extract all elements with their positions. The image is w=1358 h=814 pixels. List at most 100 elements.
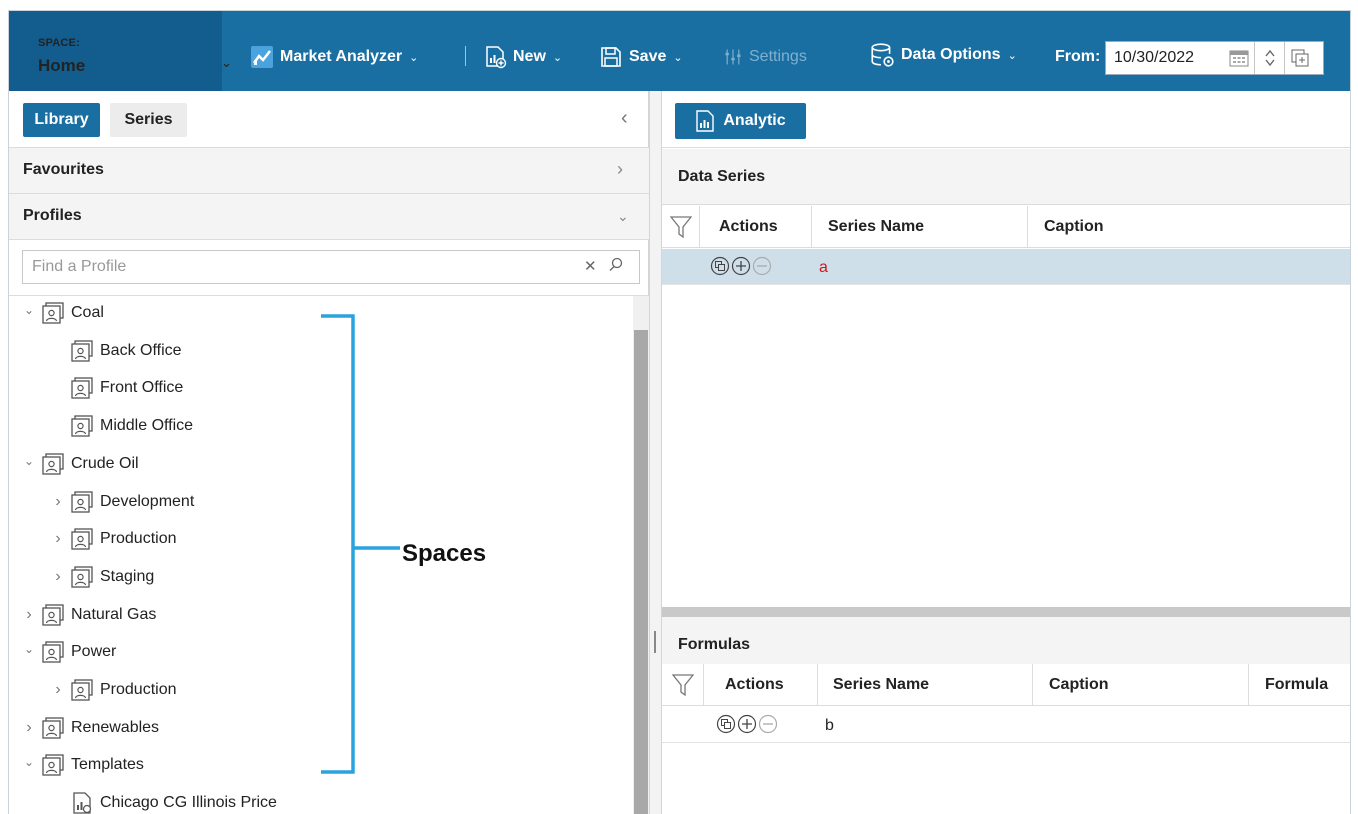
tree-item-label: Templates <box>71 756 144 774</box>
tree-scroll-thumb[interactable] <box>634 330 648 814</box>
save-label: Save <box>629 48 667 65</box>
copy-icon[interactable] <box>716 714 736 734</box>
profile-folder-icon <box>42 754 64 777</box>
vertical-splitter[interactable] <box>649 91 662 814</box>
tree-item[interactable]: Front Office <box>52 373 183 403</box>
library-tabs: Library Series ‹ <box>9 91 649 148</box>
tab-library[interactable]: Library <box>23 103 100 137</box>
chevron-right-icon[interactable]: › <box>23 606 35 624</box>
data-options-button[interactable]: Data Options ⌄ <box>869 43 1017 67</box>
tree-item-label: Renewables <box>71 718 160 736</box>
space-caption: SPACE: <box>38 37 80 49</box>
tree-item[interactable]: Chicago CG Illinois Price <box>52 788 277 814</box>
series-name-cell[interactable]: b <box>825 717 834 735</box>
tab-series[interactable]: Series <box>110 103 187 137</box>
spaces-annotation: Spaces <box>402 540 487 567</box>
space-value: Home <box>38 56 86 75</box>
series-name-cell[interactable]: a <box>819 259 828 277</box>
column-header-caption[interactable]: Caption <box>1028 206 1350 248</box>
filter-cell[interactable] <box>662 206 700 248</box>
tree-item-label: Front Office <box>100 379 184 397</box>
tree-item-label: Power <box>71 643 117 661</box>
tree-item[interactable]: › Production <box>52 675 177 705</box>
new-analytic-icon <box>486 46 507 69</box>
new-button[interactable]: New ⌄ <box>483 46 563 69</box>
analytic-chart-icon <box>696 110 715 132</box>
collapse-panel-icon[interactable]: ‹ <box>621 107 628 130</box>
chevron-down-icon[interactable]: ⌄ <box>23 755 35 769</box>
column-header-series-name[interactable]: Series Name <box>818 664 1033 706</box>
tree-item[interactable]: › Staging <box>52 562 154 592</box>
horizontal-splitter[interactable] <box>662 607 1350 617</box>
filter-icon[interactable] <box>669 215 692 239</box>
settings-button[interactable]: Settings <box>723 46 807 68</box>
tree-item[interactable]: › Natural Gas <box>23 600 156 630</box>
column-header-formula[interactable]: Formula <box>1249 664 1350 706</box>
splitter-grip[interactable] <box>654 631 656 653</box>
tree-item-label: Staging <box>100 567 155 585</box>
filter-icon[interactable] <box>671 673 694 697</box>
tree-item[interactable]: Back Office <box>52 336 182 366</box>
market-analyzer-button[interactable]: Market Analyzer ⌄ <box>250 46 418 68</box>
chevron-down-icon[interactable]: ⌄ <box>23 303 35 317</box>
tree-item[interactable]: › Renewables <box>23 713 159 743</box>
market-analyzer-icon <box>251 46 273 68</box>
favourites-section[interactable]: Favourites › <box>9 148 649 194</box>
column-header-caption[interactable]: Caption <box>1033 664 1249 706</box>
chevron-down-icon: ⌄ <box>552 51 563 64</box>
column-header-series-name[interactable]: Series Name <box>812 206 1028 248</box>
add-icon[interactable] <box>737 714 757 734</box>
table-row[interactable]: a <box>662 249 1350 285</box>
tree-item[interactable]: › Development <box>52 487 194 517</box>
profile-folder-icon <box>42 603 64 626</box>
profiles-section[interactable]: Profiles ⌄ <box>9 194 649 240</box>
row-actions <box>716 714 778 734</box>
tree-item[interactable]: ⌄ Power <box>23 637 116 667</box>
tree-item[interactable]: Middle Office <box>52 411 193 441</box>
formulas-grid-header: Actions Series Name Caption Formula <box>662 664 1350 706</box>
chevron-down-icon: ⌄ <box>617 208 629 224</box>
copy-icon[interactable] <box>710 256 730 276</box>
analytic-button[interactable]: Analytic <box>675 103 806 139</box>
search-input[interactable] <box>22 250 640 284</box>
table-row[interactable]: b <box>662 707 1350 743</box>
profile-folder-icon <box>42 453 64 475</box>
profile-folder-icon <box>71 528 93 550</box>
from-date-picker[interactable]: 10/30/2022 <box>1105 41 1324 75</box>
tree-item[interactable]: ⌄ Templates <box>23 750 144 780</box>
from-label: From: <box>1055 48 1101 65</box>
chevron-down-icon[interactable]: ⌄ <box>23 454 35 468</box>
toolbar-divider <box>465 46 466 66</box>
tree-item[interactable]: ⌄ Crude Oil <box>23 449 139 479</box>
settings-sliders-icon <box>725 49 741 65</box>
add-icon[interactable] <box>731 256 751 276</box>
favourites-title: Favourites <box>23 161 104 178</box>
row-actions <box>710 256 772 276</box>
filter-cell[interactable] <box>662 664 704 706</box>
search-icon[interactable] <box>608 256 624 272</box>
chevron-right-icon[interactable]: › <box>52 530 64 548</box>
spinner-icon[interactable] <box>1254 42 1284 74</box>
chevron-right-icon[interactable]: › <box>52 568 64 586</box>
column-header-actions[interactable]: Actions <box>704 664 818 706</box>
tree-item-label: Chicago CG Illinois Price <box>100 794 277 812</box>
chevron-down-icon[interactable]: ⌄ <box>23 642 35 656</box>
tree-item[interactable]: › Production <box>52 524 177 554</box>
space-selector[interactable]: SPACE: Home ⌄ <box>9 11 232 91</box>
expand-window-icon[interactable] <box>1284 42 1314 74</box>
profile-tree: ⌄ Coal Back Office Front Office Middle Offic… <box>9 296 629 814</box>
save-button[interactable]: Save ⌄ <box>599 46 683 68</box>
analytic-header: Analytic <box>662 91 1350 148</box>
column-header-actions[interactable]: Actions <box>700 206 812 248</box>
data-series-grid-header: Actions Series Name Caption <box>662 206 1350 248</box>
calendar-icon[interactable] <box>1224 42 1254 74</box>
chevron-right-icon[interactable]: › <box>52 493 64 511</box>
chevron-right-icon[interactable]: › <box>23 719 35 737</box>
from-date-value[interactable]: 10/30/2022 <box>1106 49 1224 67</box>
chevron-right-icon[interactable]: › <box>52 681 64 699</box>
tree-item[interactable]: ⌄ Coal <box>23 298 104 328</box>
remove-icon[interactable] <box>752 256 772 276</box>
clear-icon[interactable]: ✕ <box>584 257 597 275</box>
tree-item-label: Middle Office <box>100 417 194 435</box>
remove-icon[interactable] <box>758 714 778 734</box>
